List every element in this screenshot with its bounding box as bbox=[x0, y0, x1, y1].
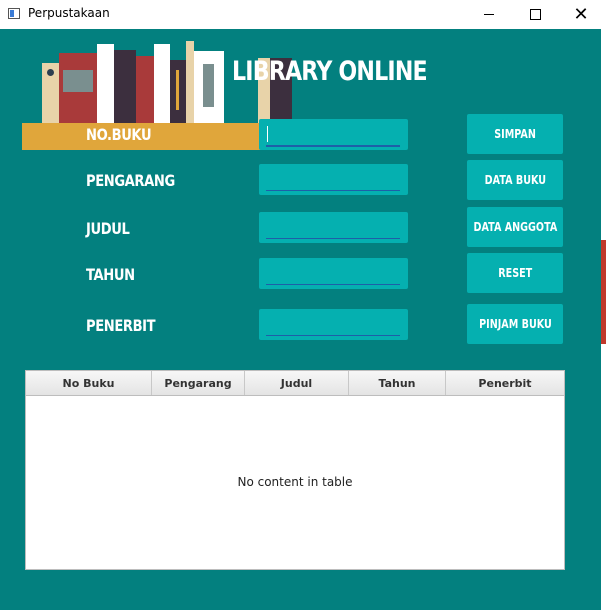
book-spine bbox=[186, 41, 194, 123]
background-window-accent bbox=[601, 240, 606, 344]
reset-button-label: RESET bbox=[498, 266, 532, 280]
penerbit-field-box bbox=[259, 309, 408, 340]
table-header: No Buku Pengarang Judul Tahun Penerbit bbox=[26, 371, 564, 396]
pengarang-input[interactable] bbox=[266, 168, 400, 191]
book-spine bbox=[114, 50, 136, 123]
penerbit-input[interactable] bbox=[266, 313, 400, 336]
app-title: LIBRARY ONLINE bbox=[232, 56, 428, 87]
book-spine bbox=[59, 53, 97, 123]
judul-field-box bbox=[259, 212, 408, 243]
close-icon: ✕ bbox=[573, 3, 589, 25]
judul-input[interactable] bbox=[266, 216, 400, 239]
book-spine bbox=[136, 56, 154, 123]
background-window-edge bbox=[601, 29, 606, 610]
books-table[interactable]: No Buku Pengarang Judul Tahun Penerbit N… bbox=[25, 370, 565, 570]
book-spine bbox=[97, 44, 114, 123]
column-header-pengarang[interactable]: Pengarang bbox=[152, 371, 245, 395]
text-caret bbox=[267, 126, 268, 142]
pengarang-field-box bbox=[259, 164, 408, 195]
pinjam-buku-button[interactable]: PINJAM BUKU bbox=[467, 304, 563, 344]
no-buku-input[interactable] bbox=[266, 123, 400, 147]
data-buku-button[interactable]: DATA BUKU bbox=[467, 160, 563, 200]
pinjam-buku-button-label: PINJAM BUKU bbox=[478, 317, 552, 331]
label-tahun: TAHUN bbox=[86, 265, 135, 284]
book-spine bbox=[194, 51, 224, 123]
simpan-button[interactable]: SIMPAN bbox=[467, 114, 563, 154]
simpan-button-label: SIMPAN bbox=[494, 127, 536, 141]
column-header-penerbit[interactable]: Penerbit bbox=[446, 371, 564, 395]
label-pengarang: PENGARANG bbox=[86, 171, 175, 190]
label-judul: JUDUL bbox=[86, 219, 130, 238]
close-button[interactable]: ✕ bbox=[558, 0, 604, 29]
column-header-tahun[interactable]: Tahun bbox=[349, 371, 446, 395]
reset-button[interactable]: RESET bbox=[467, 253, 563, 293]
label-no-buku: NO.BUKU bbox=[86, 125, 152, 144]
tahun-input[interactable] bbox=[266, 262, 400, 285]
maximize-button[interactable] bbox=[512, 0, 558, 29]
data-anggota-button[interactable]: DATA ANGGOTA bbox=[467, 207, 563, 247]
label-penerbit: PENERBIT bbox=[86, 316, 156, 335]
maximize-icon bbox=[529, 9, 541, 20]
window-titlebar: Perpustakaan ✕ bbox=[0, 0, 606, 29]
data-anggota-button-label: DATA ANGGOTA bbox=[473, 220, 557, 234]
minimize-icon bbox=[484, 14, 494, 15]
window-title: Perpustakaan bbox=[28, 6, 110, 20]
no-buku-field-box bbox=[259, 119, 408, 150]
table-empty-placeholder: No content in table bbox=[237, 475, 353, 489]
tahun-field-box bbox=[259, 258, 408, 289]
book-spine bbox=[42, 63, 59, 123]
book-spine bbox=[154, 44, 170, 123]
minimize-button[interactable] bbox=[466, 0, 512, 29]
column-header-no-buku[interactable]: No Buku bbox=[26, 371, 152, 395]
book-spine bbox=[170, 60, 186, 123]
data-buku-button-label: DATA BUKU bbox=[484, 173, 546, 187]
column-header-judul[interactable]: Judul bbox=[245, 371, 349, 395]
app-window-icon bbox=[8, 8, 20, 19]
